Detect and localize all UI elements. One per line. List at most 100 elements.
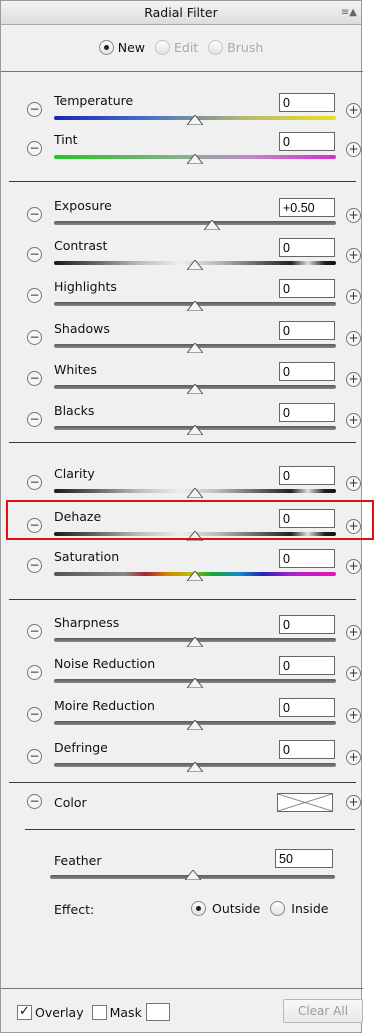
highlights-row: −Highlights +	[1, 277, 363, 317]
exposure-row: − Exposure +	[1, 196, 363, 236]
color-increase-icon[interactable]: +	[346, 795, 361, 810]
effect-outside-radio[interactable]	[191, 901, 206, 916]
mode-brush-label: Brush	[227, 39, 264, 55]
noise-reduction-slider-thumb[interactable]	[187, 678, 203, 688]
shadows-field[interactable]	[279, 321, 335, 340]
shadows-decrease-icon[interactable]: −	[27, 330, 42, 345]
mode-edit-option: Edit	[154, 39, 199, 55]
temperature-increase-icon[interactable]: +	[346, 103, 361, 118]
highlights-label: Highlights	[54, 279, 117, 294]
contrast-row: −Contrast +	[1, 236, 363, 276]
divider	[9, 442, 356, 443]
clarity-label: Clarity	[54, 466, 95, 481]
moire-reduction-increase-icon[interactable]: +	[346, 708, 361, 723]
overlay-label[interactable]: Overlay	[35, 1005, 84, 1020]
blacks-field[interactable]	[279, 403, 335, 422]
mode-edit-radio	[154, 39, 170, 55]
blacks-row: −Blacks +	[1, 401, 363, 441]
defringe-decrease-icon[interactable]: −	[27, 749, 42, 764]
temperature-decrease-icon[interactable]: −	[27, 102, 42, 117]
whites-label: Whites	[54, 362, 97, 377]
highlights-slider-thumb[interactable]	[187, 301, 203, 311]
clarity-row: −Clarity +	[1, 464, 363, 504]
noise-reduction-decrease-icon[interactable]: −	[27, 665, 42, 680]
moire-reduction-row: −Moire Reduction +	[1, 696, 363, 736]
highlights-increase-icon[interactable]: +	[346, 289, 361, 304]
tint-row: −Tint +	[1, 130, 363, 170]
contrast-increase-icon[interactable]: +	[346, 248, 361, 263]
sharpness-increase-icon[interactable]: +	[346, 625, 361, 640]
exposure-field[interactable]	[279, 198, 335, 217]
exposure-slider-track[interactable]	[54, 221, 336, 225]
mode-new-option[interactable]: New	[98, 39, 145, 55]
effect-inside-label[interactable]: Inside	[291, 901, 328, 916]
defringe-increase-icon[interactable]: +	[346, 750, 361, 765]
contrast-field[interactable]	[279, 238, 335, 257]
feather-slider-thumb[interactable]	[184, 870, 201, 880]
sharpness-field[interactable]	[279, 615, 335, 634]
noise-reduction-increase-icon[interactable]: +	[346, 666, 361, 681]
saturation-slider-thumb[interactable]	[187, 571, 203, 581]
defringe-slider-thumb[interactable]	[187, 762, 203, 772]
clarity-field[interactable]	[279, 466, 335, 485]
saturation-label: Saturation	[54, 549, 120, 564]
divider	[1, 71, 363, 72]
tint-increase-icon[interactable]: +	[346, 142, 361, 157]
color-swatch[interactable]	[277, 793, 333, 812]
sharpness-decrease-icon[interactable]: −	[27, 624, 42, 639]
mask-label[interactable]: Mask	[110, 1005, 142, 1020]
effect-outside-label[interactable]: Outside	[212, 901, 260, 916]
highlights-field[interactable]	[279, 279, 335, 298]
tint-decrease-icon[interactable]: −	[27, 141, 42, 156]
clarity-slider-thumb[interactable]	[187, 488, 203, 498]
highlights-decrease-icon[interactable]: −	[27, 288, 42, 303]
mode-brush-option: Brush	[208, 39, 264, 55]
clarity-increase-icon[interactable]: +	[346, 476, 361, 491]
defringe-field[interactable]	[279, 740, 335, 759]
moire-reduction-decrease-icon[interactable]: −	[27, 707, 42, 722]
shadows-row: −Shadows +	[1, 319, 363, 359]
tint-label: Tint	[54, 132, 78, 147]
exposure-slider-thumb[interactable]	[203, 220, 220, 230]
saturation-increase-icon[interactable]: +	[346, 559, 361, 574]
effect-inside-radio[interactable]	[270, 901, 286, 916]
temperature-field[interactable]	[279, 93, 335, 112]
noise-reduction-field[interactable]	[279, 656, 335, 675]
mode-edit-label: Edit	[173, 39, 199, 55]
clarity-decrease-icon[interactable]: −	[27, 475, 42, 490]
temperature-slider-thumb[interactable]	[187, 115, 203, 125]
effect-row: Effect: Outside Inside	[1, 899, 363, 923]
saturation-decrease-icon[interactable]: −	[27, 558, 42, 573]
mask-checkbox[interactable]	[91, 1004, 107, 1020]
blacks-increase-icon[interactable]: +	[346, 413, 361, 428]
moire-reduction-field[interactable]	[279, 698, 335, 717]
whites-slider-thumb[interactable]	[187, 384, 203, 394]
shadows-increase-icon[interactable]: +	[346, 331, 361, 346]
mask-color-swatch[interactable]	[145, 1003, 170, 1021]
blacks-slider-thumb[interactable]	[187, 425, 203, 435]
blacks-decrease-icon[interactable]: −	[27, 412, 42, 427]
whites-increase-icon[interactable]: +	[346, 372, 361, 387]
tint-slider-thumb[interactable]	[187, 154, 203, 164]
panel-title: Radial Filter	[144, 5, 218, 20]
sharpness-slider-thumb[interactable]	[187, 637, 203, 647]
contrast-slider-thumb[interactable]	[187, 260, 203, 270]
exposure-increase-icon[interactable]: +	[346, 208, 361, 223]
mode-new-radio[interactable]	[98, 39, 114, 55]
tint-field[interactable]	[279, 132, 335, 151]
clear-all-button[interactable]: Clear All	[283, 999, 363, 1023]
feather-row: Feather	[1, 843, 363, 883]
overlay-checkbox[interactable]: ✓	[17, 1004, 32, 1020]
contrast-label: Contrast	[54, 238, 108, 253]
whites-field[interactable]	[279, 362, 335, 381]
feather-field[interactable]	[275, 849, 333, 868]
exposure-decrease-icon[interactable]: −	[27, 207, 42, 222]
contrast-decrease-icon[interactable]: −	[27, 247, 42, 262]
saturation-field[interactable]	[279, 549, 335, 568]
panel-menu-icon[interactable]: ≡▲	[341, 1, 357, 24]
moire-reduction-slider-thumb[interactable]	[187, 720, 203, 730]
sharpness-row: −Sharpness +	[1, 613, 363, 653]
shadows-slider-thumb[interactable]	[187, 343, 203, 353]
whites-decrease-icon[interactable]: −	[27, 371, 42, 386]
color-decrease-icon[interactable]: −	[27, 794, 42, 809]
